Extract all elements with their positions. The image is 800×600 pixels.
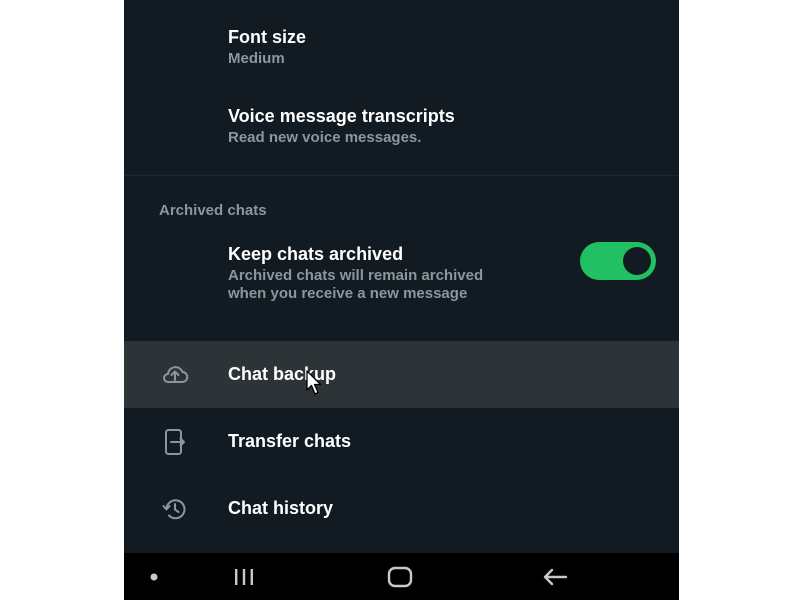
phone-transfer-icon (165, 429, 185, 455)
mouse-cursor-icon (306, 370, 322, 395)
nav-dot-button[interactable] (124, 553, 184, 600)
section-divider (124, 175, 679, 176)
transfer-chats-label: Transfer chats (228, 431, 352, 451)
nav-home-button[interactable] (370, 553, 430, 600)
system-navbar (124, 553, 679, 600)
keep-archived-subtitle-line1: Archived chats will remain archived (228, 267, 484, 284)
keep-archived-title: Keep chats archived (228, 244, 404, 264)
keep-archived-subtitle-line2: when you receive a new message (228, 285, 468, 302)
archived-chats-header: Archived chats (159, 202, 267, 219)
transfer-chats-item[interactable]: Transfer chats (124, 408, 679, 475)
dot-icon (150, 573, 158, 580)
home-icon (387, 566, 413, 587)
phone-screen: Font size Medium Voice message transcrip… (124, 0, 679, 600)
history-icon (162, 499, 186, 520)
nav-back-button[interactable] (525, 553, 585, 600)
font-size-setting[interactable]: Font size Medium (124, 0, 679, 80)
recents-icon (235, 568, 253, 585)
chat-history-item[interactable]: Chat history (124, 475, 679, 542)
toggle-knob (623, 247, 651, 275)
font-size-title: Font size (228, 27, 307, 47)
chat-history-label: Chat history (228, 498, 334, 518)
voice-transcripts-subtitle: Read new voice messages. (228, 129, 422, 146)
font-size-value: Medium (228, 50, 285, 67)
keep-archived-toggle[interactable] (580, 242, 656, 280)
back-icon (543, 568, 568, 585)
nav-recents-button[interactable] (214, 553, 274, 600)
voice-transcripts-setting[interactable]: Voice message transcripts Read new voice… (124, 80, 679, 172)
cloud-upload-icon (163, 366, 189, 383)
voice-transcripts-title: Voice message transcripts (228, 106, 455, 126)
chat-backup-item[interactable]: Chat backup (124, 341, 679, 408)
